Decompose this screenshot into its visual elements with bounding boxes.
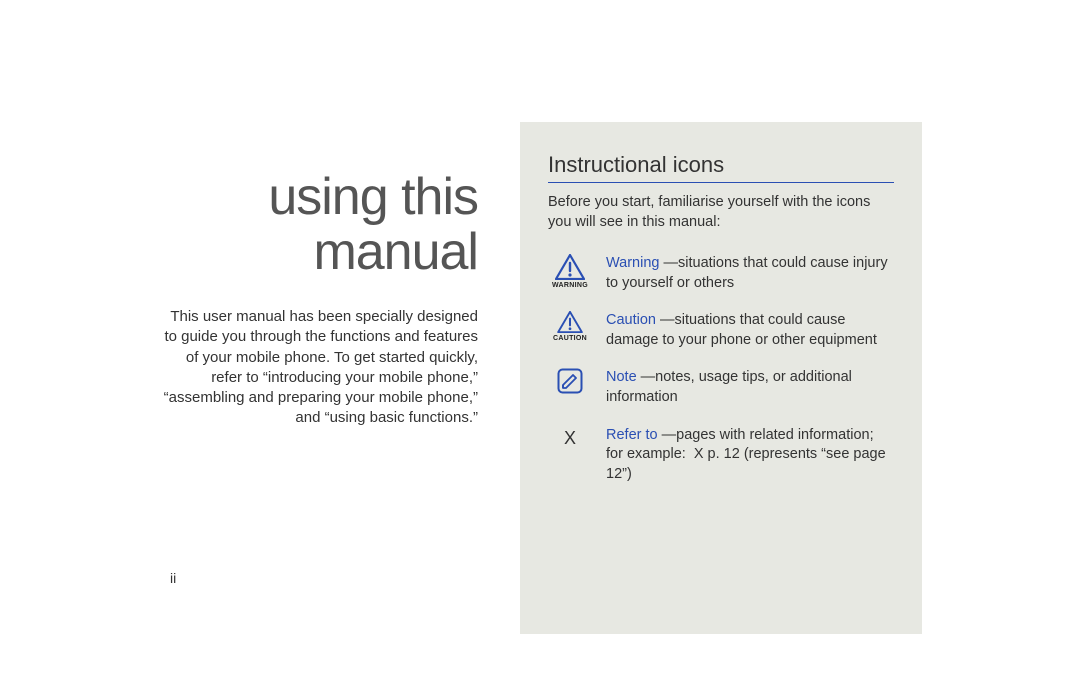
page-number: ii xyxy=(170,570,176,586)
icon-row-caution: CAUTION Caution —situations that could c… xyxy=(548,311,894,350)
warning-term: Warning xyxy=(606,255,659,271)
caution-icon xyxy=(557,311,583,333)
warning-icon-cell: WARNING xyxy=(548,254,592,289)
refer-term: Refer to xyxy=(606,427,658,443)
note-icon xyxy=(557,368,583,394)
right-panel: Instructional icons Before you start, fa… xyxy=(520,122,922,634)
warning-icon-caption: WARNING xyxy=(552,282,588,289)
note-desc: —notes, usage tips, or additional inform… xyxy=(606,369,852,405)
refer-text: Refer to —pages with related information… xyxy=(606,426,894,485)
caution-icon-cell: CAUTION xyxy=(548,311,592,342)
note-text: Note —notes, usage tips, or additional i… xyxy=(606,368,894,407)
caution-icon-caption: CAUTION xyxy=(553,335,587,342)
caution-term: Caution xyxy=(606,312,656,328)
page-title: using this manual xyxy=(160,170,478,279)
section-title: Instructional icons xyxy=(548,152,894,183)
refer-to-glyph: X xyxy=(564,428,576,448)
note-term: Note xyxy=(606,369,637,385)
refer-to-icon: X xyxy=(548,426,592,449)
title-line-1: using this xyxy=(268,168,478,226)
icon-row-warning: WARNING Warning —situations that could c… xyxy=(548,254,894,293)
note-icon-cell xyxy=(548,368,592,394)
left-column: using this manual This user manual has b… xyxy=(160,170,478,429)
intro-paragraph: This user manual has been specially desi… xyxy=(160,307,478,429)
warning-icon xyxy=(555,254,585,280)
caution-text: Caution —situations that could cause dam… xyxy=(606,311,894,350)
icon-row-refer: X Refer to —pages with related informati… xyxy=(548,426,894,485)
title-line-2: manual xyxy=(313,223,478,281)
section-lead: Before you start, familiarise yourself w… xyxy=(548,193,894,232)
manual-page: using this manual This user manual has b… xyxy=(0,0,1080,696)
warning-text: Warning —situations that could cause inj… xyxy=(606,254,894,293)
icon-row-note: Note —notes, usage tips, or additional i… xyxy=(548,368,894,407)
